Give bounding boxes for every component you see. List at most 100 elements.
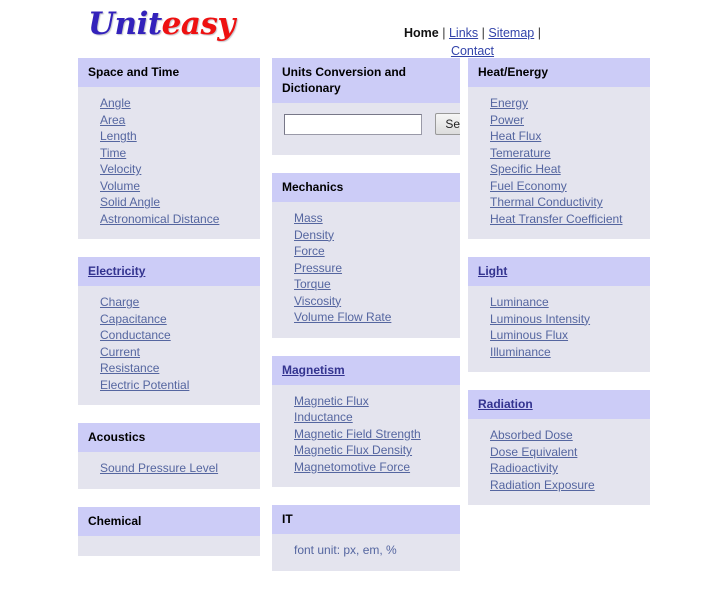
link-list: Luminance Luminous Intensity Luminous Flux…: [490, 294, 640, 360]
nav-separator: |: [537, 26, 541, 40]
link-volume-flow-rate[interactable]: Volume Flow Rate: [294, 310, 391, 324]
list-item: Power: [490, 112, 640, 129]
link-length[interactable]: Length: [100, 129, 137, 143]
list-item: Thermal Conductivity: [490, 194, 640, 211]
search-button[interactable]: Search: [435, 113, 460, 135]
panel-magnetism: Magnetism Magnetic Flux Inductance Magnetic…: [272, 355, 460, 488]
list-item: Angle: [100, 95, 250, 112]
list-item: Dose Equivalent: [490, 444, 640, 461]
panel-body-light: Luminance Luminous Intensity Luminous Flux…: [468, 286, 650, 372]
link-energy[interactable]: Energy: [490, 96, 528, 110]
list-item: Luminous Flux: [490, 327, 640, 344]
list-item: Time: [100, 145, 250, 162]
link-heat-flux[interactable]: Heat Flux: [490, 129, 541, 143]
panel-body-mechanics: Mass Density Force Pressure Torque Viscosity V…: [272, 202, 460, 338]
search-form: Search: [272, 103, 460, 155]
panel-title-space-and-time: Space and Time: [78, 58, 260, 87]
list-item: Temerature: [490, 145, 640, 162]
nav-item-home[interactable]: Home: [404, 26, 439, 40]
link-velocity[interactable]: Velocity: [100, 162, 141, 176]
link-charge[interactable]: Charge: [100, 295, 139, 309]
panel-title-mechanics: Mechanics: [272, 173, 460, 202]
list-item: Electric Potential: [100, 377, 250, 394]
link-magnetic-flux-density[interactable]: Magnetic Flux Density: [294, 443, 412, 457]
left-column: Space and Time Angle Area Length Time Velocit…: [78, 58, 260, 574]
panel-title-link-radiation[interactable]: Radiation: [478, 397, 533, 411]
panel-body-acoustics: Sound Pressure Level: [78, 452, 260, 489]
link-absorbed-dose[interactable]: Absorbed Dose: [490, 428, 573, 442]
nav-item-sitemap[interactable]: Sitemap: [488, 26, 534, 40]
search-input[interactable]: [284, 113, 422, 135]
link-solid-angle[interactable]: Solid Angle: [100, 195, 160, 209]
list-item: Absorbed Dose: [490, 427, 640, 444]
link-inductance[interactable]: Inductance: [294, 410, 353, 424]
link-time[interactable]: Time: [100, 146, 126, 160]
link-luminance[interactable]: Luminance: [490, 295, 549, 309]
panel-light: Light Luminance Luminous Intensity Luminous…: [468, 257, 650, 372]
link-illuminance[interactable]: Illuminance: [490, 345, 551, 359]
link-angle[interactable]: Angle: [100, 96, 131, 110]
link-volume[interactable]: Volume: [100, 179, 140, 193]
panel-title-link-light[interactable]: Light: [478, 264, 507, 278]
link-torque[interactable]: Torque: [294, 277, 331, 291]
panel-body-it: font unit: px, em, %: [272, 534, 460, 571]
link-viscosity[interactable]: Viscosity: [294, 294, 341, 308]
link-area[interactable]: Area: [100, 113, 125, 127]
list-item: Illuminance: [490, 344, 640, 361]
panel-title-radiation[interactable]: Radiation: [468, 390, 650, 419]
link-astronomical-distance[interactable]: Astronomical Distance: [100, 212, 219, 226]
nav-item-contact[interactable]: Contact: [451, 44, 494, 58]
link-magnetomotive-force[interactable]: Magnetomotive Force: [294, 460, 410, 474]
list-item: Radiation Exposure: [490, 477, 640, 494]
link-list: Angle Area Length Time Velocity Volume Solid A…: [100, 95, 250, 227]
panel-body-heat-energy: Energy Power Heat Flux Temerature Specific H…: [468, 87, 650, 239]
panel-body-magnetism: Magnetic Flux Inductance Magnetic Field St…: [272, 385, 460, 488]
link-luminous-flux[interactable]: Luminous Flux: [490, 328, 568, 342]
link-luminous-intensity[interactable]: Luminous Intensity: [490, 312, 590, 326]
panel-title-electricity[interactable]: Electricity: [78, 257, 260, 286]
panel-columns: Space and Time Angle Area Length Time Velocit…: [0, 58, 727, 571]
list-item: Torque: [294, 276, 450, 293]
link-radioactivity[interactable]: Radioactivity: [490, 461, 558, 475]
logo-text-easy: easy: [161, 6, 236, 42]
panel-title-link-electricity[interactable]: Electricity: [88, 264, 145, 278]
link-electric-potential[interactable]: Electric Potential: [100, 378, 189, 392]
link-mass[interactable]: Mass: [294, 211, 323, 225]
panel-title-link-magnetism[interactable]: Magnetism: [282, 363, 345, 377]
nav-item-links[interactable]: Links: [449, 26, 478, 40]
link-thermal-conductivity[interactable]: Thermal Conductivity: [490, 195, 603, 209]
link-resistance[interactable]: Resistance: [100, 361, 159, 375]
link-power[interactable]: Power: [490, 113, 524, 127]
list-item: Volume: [100, 178, 250, 195]
link-sound-pressure-level[interactable]: Sound Pressure Level: [100, 461, 218, 475]
list-item: Magnetic Flux: [294, 393, 450, 410]
link-conductance[interactable]: Conductance: [100, 328, 171, 342]
middle-column: Units Conversion and Dictionary Search M…: [272, 58, 460, 589]
link-temerature[interactable]: Temerature: [490, 146, 551, 160]
link-specific-heat[interactable]: Specific Heat: [490, 162, 561, 176]
panel-acoustics: Acoustics Sound Pressure Level: [78, 423, 260, 489]
list-item: Capacitance: [100, 311, 250, 328]
link-capacitance[interactable]: Capacitance: [100, 312, 167, 326]
link-magnetic-field-strength[interactable]: Magnetic Field Strength: [294, 427, 421, 441]
link-fuel-economy[interactable]: Fuel Economy: [490, 179, 567, 193]
link-list: Sound Pressure Level: [100, 460, 250, 477]
link-radiation-exposure[interactable]: Radiation Exposure: [490, 478, 595, 492]
link-heat-transfer-coefficient[interactable]: Heat Transfer Coefficient: [490, 212, 623, 226]
list-item: Astronomical Distance: [100, 211, 250, 228]
page-header: Uniteasy Home | Links | Sitemap | Contac…: [0, 0, 727, 58]
link-pressure[interactable]: Pressure: [294, 261, 342, 275]
panel-title-magnetism[interactable]: Magnetism: [272, 355, 460, 385]
link-dose-equivalent[interactable]: Dose Equivalent: [490, 445, 577, 459]
list-item: Current: [100, 344, 250, 361]
link-density[interactable]: Density: [294, 228, 334, 242]
link-current[interactable]: Current: [100, 345, 140, 359]
panel-heat-energy: Heat/Energy Energy Power Heat Flux Temeratur…: [468, 58, 650, 239]
list-item: font unit: px, em, %: [294, 542, 450, 559]
list-item: Luminous Intensity: [490, 311, 640, 328]
list-item: Length: [100, 128, 250, 145]
link-list: Mass Density Force Pressure Torque Viscosity V…: [294, 210, 450, 326]
panel-title-light[interactable]: Light: [468, 257, 650, 286]
link-magnetic-flux[interactable]: Magnetic Flux: [294, 394, 369, 408]
link-force[interactable]: Force: [294, 244, 325, 258]
